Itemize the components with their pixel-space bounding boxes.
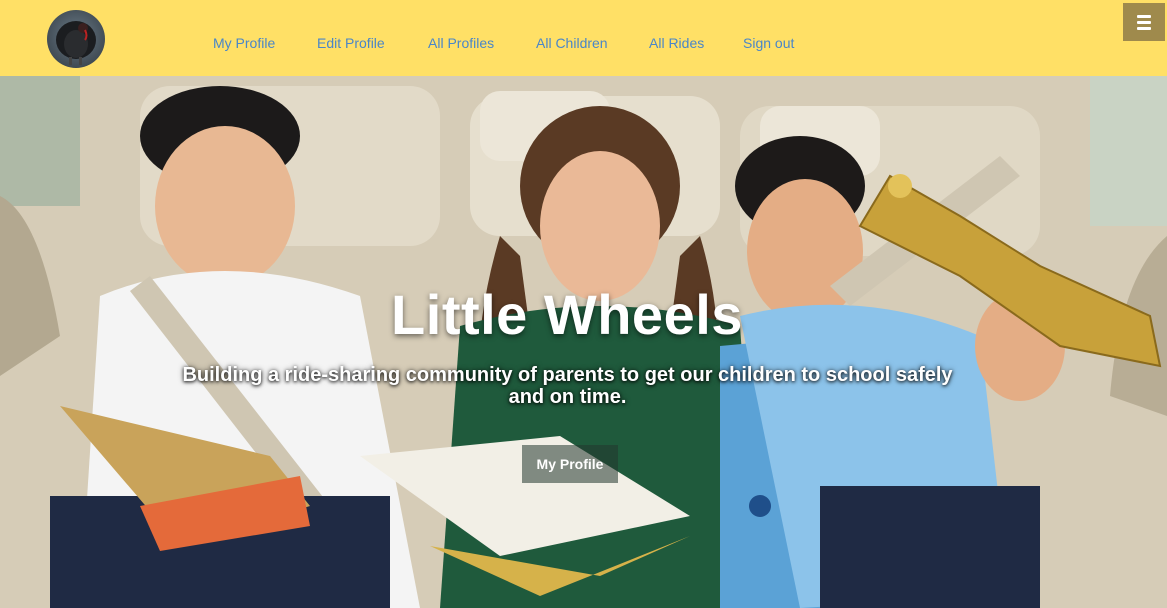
hero-banner: Little Wheels Building a ride-sharing co… [0, 76, 1167, 608]
nav-link-sign-out[interactable]: Sign out [743, 34, 794, 52]
hamburger-menu-button[interactable] [1123, 3, 1165, 41]
nav-link-my-profile[interactable]: My Profile [213, 34, 275, 52]
nav-link-all-profiles[interactable]: All Profiles [428, 34, 494, 52]
hamburger-icon [1137, 14, 1151, 18]
hero-my-profile-button[interactable]: My Profile [522, 445, 618, 483]
hero-subtitle: Building a ride-sharing community of par… [182, 364, 953, 408]
nav-link-edit-profile[interactable]: Edit Profile [317, 34, 385, 52]
hamburger-icon-bar [1137, 26, 1151, 30]
logo-turkey-icon[interactable] [47, 10, 105, 68]
hamburger-icon-bar [1137, 20, 1151, 24]
top-navbar: My Profile Edit Profile All Profiles All… [0, 0, 1167, 76]
hero-title: Little Wheels [391, 283, 743, 346]
nav-link-all-children[interactable]: All Children [536, 34, 608, 52]
nav-link-all-rides[interactable]: All Rides [649, 34, 704, 52]
